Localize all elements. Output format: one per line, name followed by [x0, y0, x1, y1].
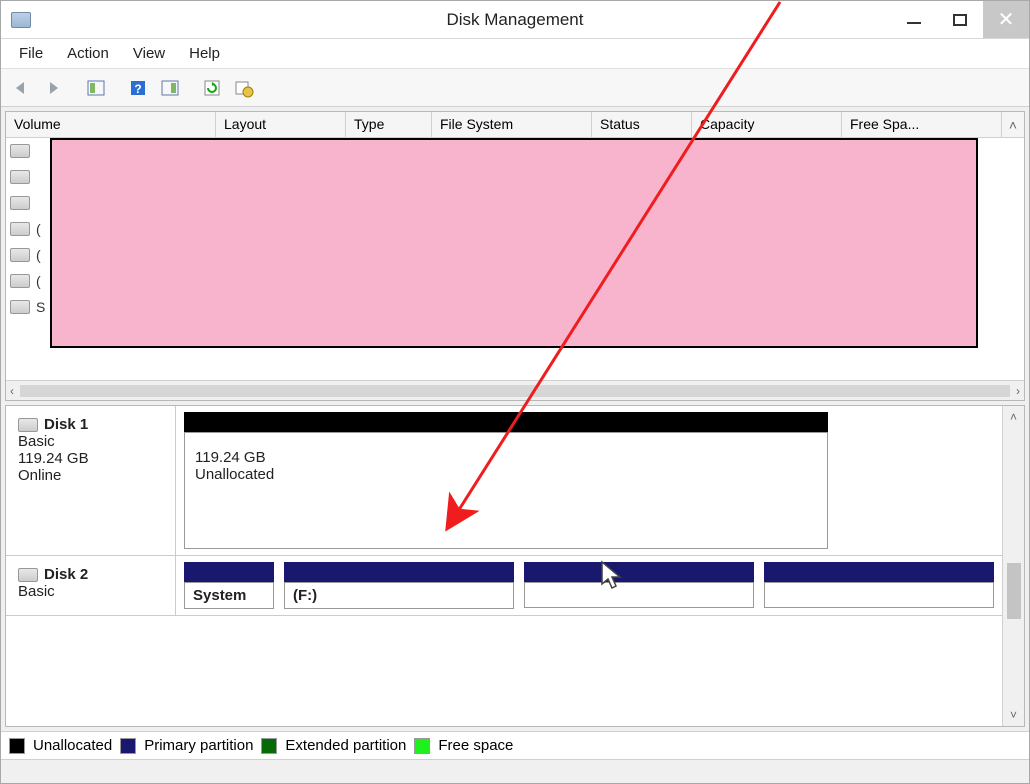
volume-list-body: ( ( ( S: [6, 138, 1024, 380]
disk1-map: 119.24 GB Unallocated: [176, 406, 836, 555]
help-button[interactable]: ?: [125, 75, 151, 101]
partition-size: 119.24 GB: [195, 449, 817, 466]
redaction-overlay: [50, 138, 978, 348]
legend-extended-swatch: [261, 738, 277, 754]
drive-icon: [10, 196, 30, 210]
col-capacity[interactable]: Capacity: [692, 112, 842, 137]
disk2-type: Basic: [18, 583, 163, 600]
legend-unallocated-swatch: [9, 738, 25, 754]
legend-primary-swatch: [120, 738, 136, 754]
settings-button[interactable]: [231, 75, 257, 101]
disk2-map: System (F:): [176, 556, 1002, 615]
drive-icon: [10, 144, 30, 158]
disk1-info[interactable]: Disk 1 Basic 119.24 GB Online: [6, 406, 176, 555]
disk2-part2-header: [284, 562, 514, 582]
toolbar: ?: [1, 69, 1029, 107]
minimize-button[interactable]: [891, 1, 937, 38]
volume-list-header: Volume Layout Type File System Status Ca…: [6, 112, 1024, 138]
menu-help[interactable]: Help: [179, 41, 230, 66]
disk2-name: Disk 2: [44, 566, 88, 583]
drive-icon: [10, 170, 30, 184]
scroll-left-icon[interactable]: ‹: [10, 384, 14, 398]
col-freespace[interactable]: Free Spa...: [842, 112, 1002, 137]
disk2-part1-header: [184, 562, 274, 582]
svg-text:?: ?: [134, 82, 141, 96]
drive-icon: [10, 274, 30, 288]
statusbar: [1, 759, 1029, 783]
horizontal-scrollbar[interactable]: ‹ ›: [6, 380, 1024, 400]
legend-unallocated-label: Unallocated: [33, 737, 112, 754]
forward-button[interactable]: [41, 75, 67, 101]
scrollbar-thumb[interactable]: [1007, 563, 1021, 619]
legend-freespace-label: Free space: [438, 737, 513, 754]
disk2-partition-f[interactable]: (F:): [284, 582, 514, 609]
disk1-unallocated-partition[interactable]: 119.24 GB Unallocated: [184, 432, 828, 549]
window-title: Disk Management: [1, 10, 1029, 30]
col-status[interactable]: Status: [592, 112, 692, 137]
legend: Unallocated Primary partition Extended p…: [1, 731, 1029, 759]
vertical-scrollbar[interactable]: ˄ ˅: [1002, 406, 1024, 726]
titlebar: Disk Management ✕: [1, 1, 1029, 39]
menu-view[interactable]: View: [123, 41, 175, 66]
disk1-header-bar: [184, 412, 828, 432]
disk2-part4-header: [764, 562, 994, 582]
app-icon: [11, 12, 31, 28]
disk-row-disk1: Disk 1 Basic 119.24 GB Online 119.24 GB …: [6, 406, 1002, 556]
partition-state: Unallocated: [195, 466, 817, 483]
disk2-partition-system[interactable]: System: [184, 582, 274, 609]
scroll-up-icon[interactable]: ˄: [1010, 410, 1017, 424]
disk-icon: [18, 418, 38, 432]
scrollbar-thumb[interactable]: [20, 385, 1010, 397]
window-controls: ✕: [891, 1, 1029, 38]
scroll-down-icon[interactable]: ˅: [1010, 708, 1017, 722]
disk2-part3-header: [524, 562, 754, 582]
disk1-type: Basic: [18, 433, 163, 450]
disk2-partition-3[interactable]: [524, 582, 754, 608]
disk1-state: Online: [18, 467, 163, 484]
disk2-info[interactable]: Disk 2 Basic: [6, 556, 176, 615]
legend-extended-label: Extended partition: [285, 737, 406, 754]
menu-action[interactable]: Action: [57, 41, 119, 66]
col-type[interactable]: Type: [346, 112, 432, 137]
menubar: File Action View Help: [1, 39, 1029, 69]
scroll-up-icon[interactable]: ˄: [1002, 112, 1024, 137]
legend-primary-label: Primary partition: [144, 737, 253, 754]
disk-row-disk2: Disk 2 Basic System (F:): [6, 556, 1002, 616]
drive-icon: [10, 222, 30, 236]
drive-icon: [10, 248, 30, 262]
disk-mgmt-window: Disk Management ✕ File Action View Help …: [0, 0, 1030, 784]
refresh-button[interactable]: [199, 75, 225, 101]
volume-list-panel: Volume Layout Type File System Status Ca…: [5, 111, 1025, 401]
disk1-name: Disk 1: [44, 416, 88, 433]
close-button[interactable]: ✕: [983, 1, 1029, 38]
scroll-right-icon[interactable]: ›: [1016, 384, 1020, 398]
disk1-size: 119.24 GB: [18, 450, 163, 467]
back-button[interactable]: [9, 75, 35, 101]
col-filesystem[interactable]: File System: [432, 112, 592, 137]
drive-icon: [10, 300, 30, 314]
col-layout[interactable]: Layout: [216, 112, 346, 137]
col-volume[interactable]: Volume: [6, 112, 216, 137]
legend-freespace-swatch: [414, 738, 430, 754]
menu-file[interactable]: File: [9, 41, 53, 66]
disk2-partition-4[interactable]: [764, 582, 994, 608]
maximize-button[interactable]: [937, 1, 983, 38]
show-hide-console-tree-button[interactable]: [83, 75, 109, 101]
disk-graphical-panel: Disk 1 Basic 119.24 GB Online 119.24 GB …: [5, 405, 1025, 727]
disk-icon: [18, 568, 38, 582]
show-hide-action-pane-button[interactable]: [157, 75, 183, 101]
